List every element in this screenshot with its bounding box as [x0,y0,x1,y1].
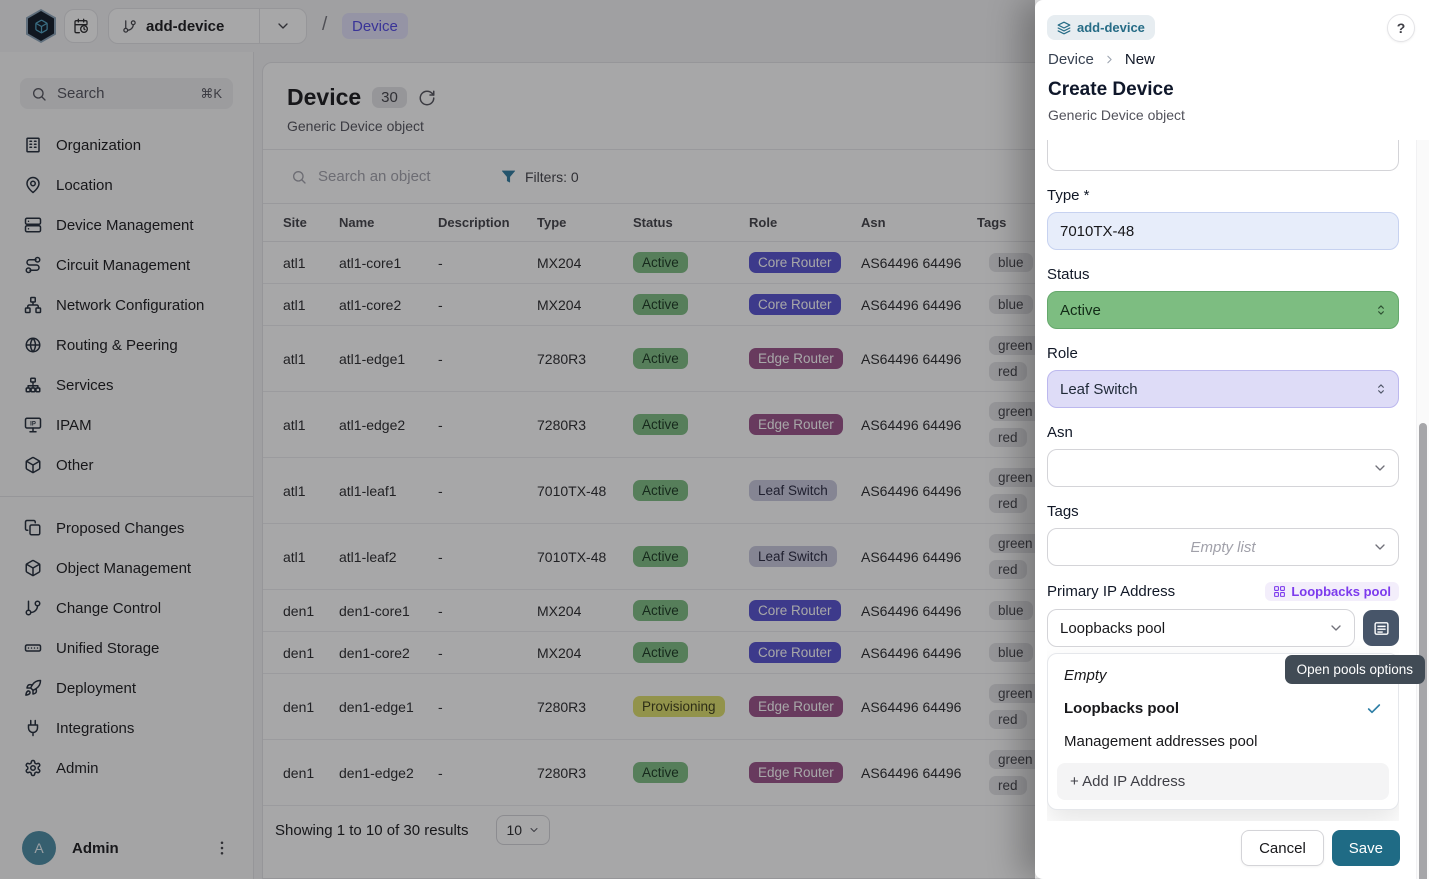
app-root: add-device / Device Search ⌘K Organizati… [0,0,1429,879]
drawer-breadcrumb: Device New [1048,51,1155,68]
tags-label: Tags [1047,503,1399,520]
type-value: 7010TX-48 [1060,223,1134,240]
check-icon [1366,701,1382,717]
asn-select[interactable] [1047,449,1399,487]
status-label: Status [1047,266,1399,283]
drawer-subtitle: Generic Device object [1048,107,1185,123]
list-icon [1373,620,1390,637]
primary-ip-select[interactable]: Loopbacks pool [1047,609,1355,647]
role-label: Role [1047,345,1399,362]
drawer-title: Create Device [1048,79,1174,101]
tags-select[interactable]: Empty list [1047,528,1399,566]
chevron-right-icon [1103,53,1116,66]
dropdown-option-label: Management addresses pool [1064,733,1257,750]
save-button[interactable]: Save [1332,830,1400,866]
help-button[interactable]: ? [1387,14,1415,42]
type-input[interactable]: 7010TX-48 [1047,212,1399,250]
dropdown-option-label: Empty [1064,667,1107,684]
scrollbar-thumb[interactable] [1419,423,1427,879]
role-value: Leaf Switch [1060,381,1138,398]
asn-label: Asn [1047,424,1399,441]
status-select[interactable]: Active [1047,291,1399,329]
chevrons-up-down-icon [1374,382,1388,396]
dropdown-option-management-addresses-pool[interactable]: Management addresses pool [1048,725,1398,758]
chevrons-up-down-icon [1374,303,1388,317]
cancel-button[interactable]: Cancel [1241,830,1324,866]
role-select[interactable]: Leaf Switch [1047,370,1399,408]
chevron-down-icon [1372,539,1388,555]
pool-badge-label: Loopbacks pool [1291,584,1391,599]
name-input-partial[interactable] [1047,140,1399,171]
type-label: Type * [1047,187,1399,204]
primary-ip-value: Loopbacks pool [1060,620,1165,637]
drawer-branch-name: add-device [1077,20,1145,35]
dropdown-option-loopbacks-pool[interactable]: Loopbacks pool [1048,692,1398,725]
layers-icon [1057,21,1071,35]
modal-overlay[interactable] [0,0,1035,879]
pools-tooltip: Open pools options [1285,655,1425,684]
drawer-scrollbar[interactable] [1416,140,1429,879]
status-value: Active [1060,302,1101,319]
chevron-down-icon [1372,460,1388,476]
create-device-drawer: add-device ? Device New Create Device Ge… [1035,0,1429,879]
primary-ip-label: Primary IP Address [1047,583,1175,600]
chevron-down-icon [1328,620,1344,636]
drawer-footer: Cancel Save [1241,830,1400,866]
dropdown-option-label: Loopbacks pool [1064,700,1179,717]
breadcrumb-new: New [1125,51,1155,68]
create-device-form: Type * 7010TX-48 Status Active Role Leaf… [1047,140,1399,821]
pool-badge[interactable]: Loopbacks pool [1265,582,1399,601]
breadcrumb-device[interactable]: Device [1048,51,1094,68]
drawer-branch-badge: add-device [1047,15,1155,40]
grid-icon [1273,585,1286,598]
open-pools-button[interactable] [1363,610,1399,646]
add-ip-address-button[interactable]: + Add IP Address [1057,763,1389,800]
tags-placeholder: Empty list [1060,539,1386,556]
